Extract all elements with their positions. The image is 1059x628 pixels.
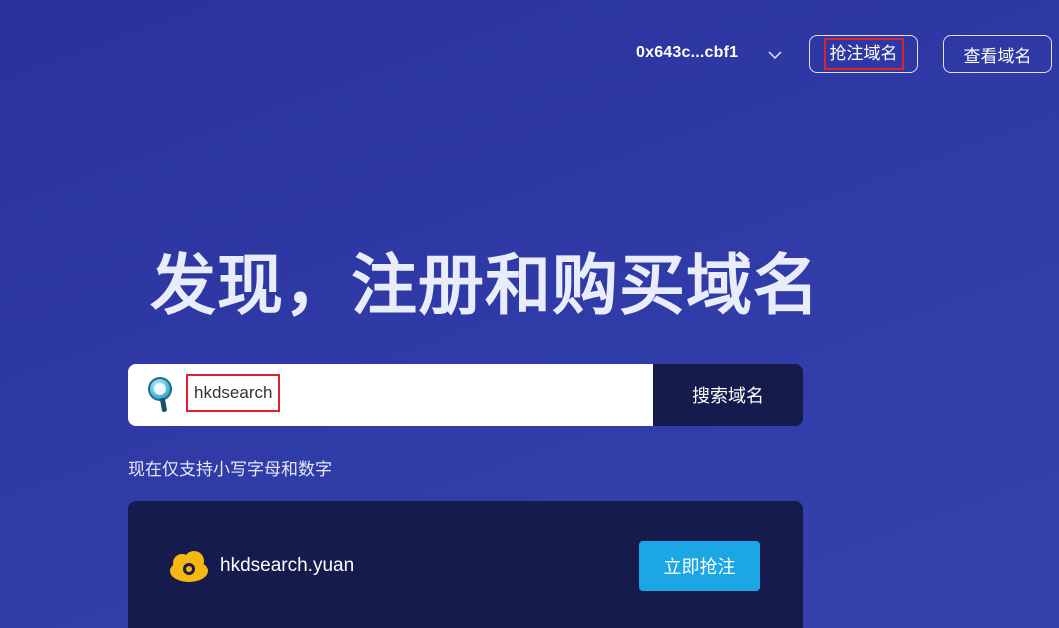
search-input[interactable]: hkdsearch: [128, 364, 653, 426]
register-now-button[interactable]: 立即抢注: [639, 541, 760, 591]
page-title: 发现，注册和购买域名: [150, 248, 820, 322]
register-domain-label: 抢注域名: [823, 38, 904, 70]
result-domain: hkdsearch.yuan: [220, 555, 355, 576]
chevron-down-icon[interactable]: [766, 46, 784, 64]
register-domain-button[interactable]: 抢注域名: [809, 35, 918, 73]
yuan-cloud-icon: [170, 551, 208, 582]
view-domain-button[interactable]: 查看域名: [943, 35, 1052, 73]
search-icon: [148, 377, 172, 412]
result-card: hkdsearch.yuan 立即抢注: [128, 501, 803, 628]
search-input-value: hkdsearch: [186, 374, 281, 412]
search-bar: hkdsearch 搜索域名: [128, 364, 803, 426]
top-bar: 0x643c...cbf1 抢注域名 查看域名: [0, 0, 1059, 110]
search-hint: 现在仅支持小写字母和数字: [128, 460, 332, 479]
search-domain-button[interactable]: 搜索域名: [653, 364, 803, 426]
wallet-address[interactable]: 0x643c...cbf1: [636, 44, 738, 62]
